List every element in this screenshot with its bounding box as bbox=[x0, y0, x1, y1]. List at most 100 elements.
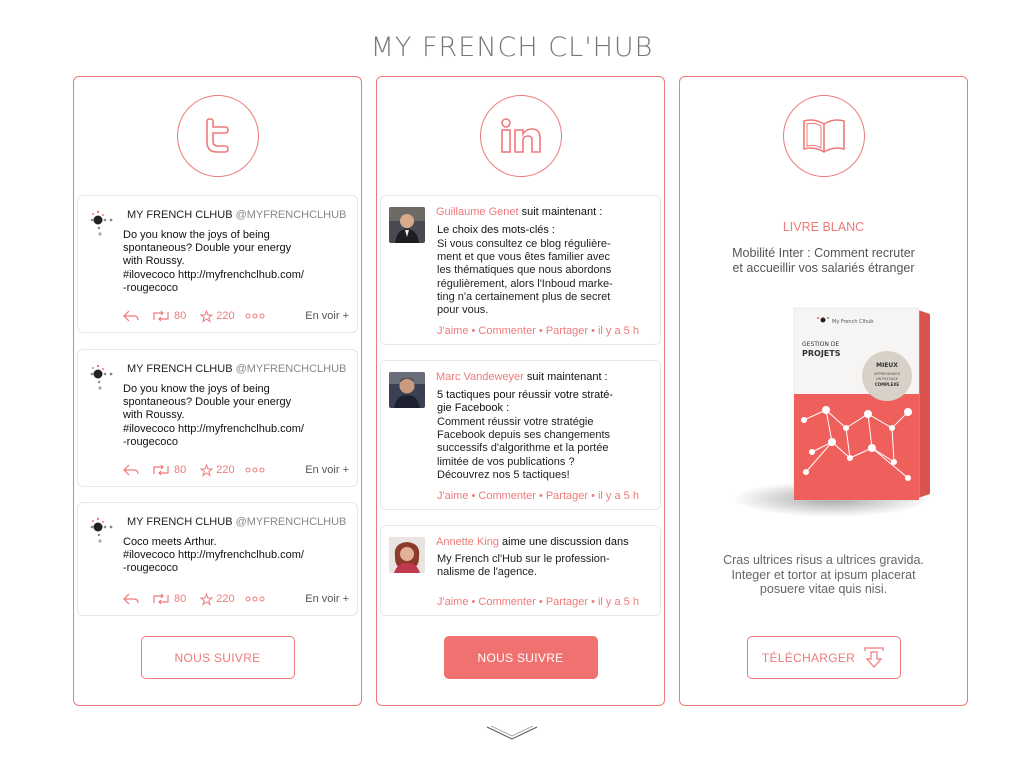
summary-line: posuere vitae quis nisi. bbox=[759, 582, 888, 596]
tweet-handle[interactable]: @MYFRENCHCLHUB bbox=[236, 516, 347, 528]
linkedin-follow-button[interactable]: NOUS SUIVRE bbox=[443, 636, 598, 679]
badge-line: UN PAYSAGE bbox=[876, 377, 898, 381]
retweet-button[interactable]: 80 bbox=[151, 310, 186, 322]
download-icon bbox=[864, 646, 884, 668]
tweet-line: #ilovecoco http://myfrenchclhub.com/ bbox=[123, 268, 304, 281]
tweet-line: #ilovecoco http://myfrenchclhub.com/ bbox=[123, 549, 304, 562]
subject-line: gie Facebook : bbox=[437, 402, 510, 415]
more-options-icon[interactable] bbox=[245, 313, 265, 319]
body-line: Comment réussir votre stratégie bbox=[437, 416, 594, 428]
download-button[interactable]: TÉLÉCHARGER bbox=[746, 636, 901, 679]
post-author-name[interactable]: Annette King bbox=[436, 536, 499, 548]
body-line: Si vous consultez ce blog régulière- bbox=[437, 238, 611, 250]
post-body: My French cl'Hub sur le profession- nali… bbox=[437, 553, 652, 579]
see-more-link[interactable]: En voir + bbox=[305, 464, 349, 476]
book-title-main: PROJETS bbox=[802, 349, 841, 358]
subject-line: Le choix des mots-clés : bbox=[437, 224, 555, 236]
open-book-icon[interactable] bbox=[782, 95, 865, 177]
tweet-line: -rougecoco bbox=[123, 435, 179, 448]
favorite-button[interactable]: 220 bbox=[200, 309, 235, 323]
twitter-follow-button[interactable]: NOUS SUIVRE bbox=[140, 636, 295, 679]
tweet-author[interactable]: MY FRENCH CLHUB bbox=[127, 209, 233, 221]
body-line: régulièrement, alors l'Inboud marke- bbox=[437, 277, 613, 290]
tweet-line: Coco meets Arthur. bbox=[123, 536, 217, 548]
tweet-actions: 80 220 En voir + bbox=[123, 309, 349, 323]
more-options-icon[interactable] bbox=[245, 467, 265, 473]
tweet-handle[interactable]: @MYFRENCHCLHUB bbox=[236, 363, 347, 375]
chevron-down-icon[interactable] bbox=[486, 725, 538, 741]
body-line: ting n'a certainement plus de secret bbox=[437, 290, 611, 303]
book-title-top: GESTION DE bbox=[802, 341, 839, 348]
retweet-button[interactable]: 80 bbox=[151, 464, 186, 476]
twitter-column: MY FRENCH CLHUB @MYFRENCHCLHUB Do you kn… bbox=[73, 76, 362, 706]
tweet-card: MY FRENCH CLHUB @MYFRENCHCLHUB Do you kn… bbox=[77, 349, 358, 487]
post-header: Marc Vandeweyer suit maintenant : bbox=[436, 371, 608, 383]
post-author-name[interactable]: Guillaume Genet bbox=[436, 206, 519, 218]
post-verb: aime une discussion dans bbox=[499, 536, 629, 548]
see-more-link[interactable]: En voir + bbox=[305, 593, 349, 605]
more-options-icon[interactable] bbox=[245, 596, 265, 602]
tweet-text: Coco meets Arthur. #ilovecoco http://myf… bbox=[123, 536, 348, 576]
post-actions[interactable]: J'aime • Commenter • Partager • il y a 5… bbox=[437, 325, 639, 337]
linkedin-post: Guillaume Genet suit maintenant : Le cho… bbox=[380, 195, 661, 345]
star-icon bbox=[200, 463, 214, 477]
whitepaper-kicker: LIVRE BLANC bbox=[782, 220, 865, 234]
post-subject[interactable]: Le choix des mots-clés : bbox=[437, 224, 652, 237]
book-cover-image[interactable]: My French Clhub GESTION DE PROJETS MIEUX… bbox=[722, 302, 937, 527]
tweet-line: -rougecoco bbox=[123, 281, 179, 294]
whitepaper-description: Mobilité Inter : Comment recruter et acc… bbox=[700, 246, 947, 276]
body-line: pour vous. bbox=[437, 304, 489, 317]
favorite-button[interactable]: 220 bbox=[200, 463, 235, 477]
desc-line: et accueillir vos salariés étranger bbox=[732, 261, 915, 275]
badge-line: COMPLEXE bbox=[875, 382, 900, 387]
favorite-button[interactable]: 220 bbox=[200, 592, 235, 606]
post-header: Annette King aime une discussion dans bbox=[436, 536, 629, 548]
avatar[interactable] bbox=[389, 372, 425, 408]
tweet-line: with Roussy. bbox=[123, 409, 185, 422]
tweet-actions: 80 220 En voir + bbox=[123, 463, 349, 477]
body-line: Découvrez nos 5 tactiques! bbox=[437, 468, 570, 481]
tweet-author[interactable]: MY FRENCH CLHUB bbox=[127, 363, 233, 375]
star-icon bbox=[200, 592, 214, 606]
book-brand: My French Clhub bbox=[832, 319, 873, 325]
body-line: My French cl'Hub sur le profession- bbox=[437, 553, 610, 565]
download-label: TÉLÉCHARGER bbox=[761, 650, 856, 665]
body-line: nalisme de l'agence. bbox=[437, 566, 537, 579]
badge-line: APPREHENDER bbox=[874, 372, 901, 376]
reply-icon[interactable] bbox=[123, 464, 139, 476]
retweet-button[interactable]: 80 bbox=[151, 593, 186, 605]
post-author-name[interactable]: Marc Vandeweyer bbox=[436, 371, 524, 383]
twitter-icon[interactable] bbox=[176, 95, 259, 177]
retweet-icon bbox=[153, 593, 169, 605]
summary-line: Cras ultrices risus a ultrices gravida. bbox=[723, 553, 924, 567]
post-actions[interactable]: J'aime • Commenter • Partager • il y a 5… bbox=[437, 490, 639, 502]
tweet-author[interactable]: MY FRENCH CLHUB bbox=[127, 516, 233, 528]
reply-icon[interactable] bbox=[123, 310, 139, 322]
linkedin-icon[interactable] bbox=[479, 95, 562, 177]
see-more-link[interactable]: En voir + bbox=[305, 310, 349, 322]
avatar[interactable] bbox=[389, 537, 425, 573]
summary-line: Integer et tortor at ipsum placerat bbox=[731, 567, 916, 582]
linkedin-post: Annette King aime une discussion dans My… bbox=[380, 525, 661, 616]
tweet-handle[interactable]: @MYFRENCHCLHUB bbox=[236, 209, 347, 221]
body-line: Facebook depuis ses changements bbox=[437, 429, 611, 442]
post-subject[interactable]: 5 tactiques pour réussir votre straté- g… bbox=[437, 389, 652, 415]
brand-logo-icon bbox=[90, 517, 113, 543]
body-line: les thématiques que nous abordons bbox=[437, 264, 612, 277]
tweet-line: -rougecoco bbox=[123, 562, 179, 575]
tweet-line: #ilovecoco http://myfrenchclhub.com/ bbox=[123, 422, 304, 435]
reply-icon[interactable] bbox=[123, 593, 139, 605]
tweet-card: MY FRENCH CLHUB @MYFRENCHCLHUB Do you kn… bbox=[77, 195, 358, 333]
subject-line: 5 tactiques pour réussir votre straté- bbox=[437, 389, 614, 401]
favorite-count: 220 bbox=[216, 310, 235, 322]
avatar[interactable] bbox=[389, 207, 425, 243]
body-line: successifs d'algorithme et la portée bbox=[437, 442, 609, 455]
post-verb: suit maintenant : bbox=[518, 206, 603, 218]
post-body: Comment réussir votre stratégie Facebook… bbox=[437, 416, 652, 482]
post-header: Guillaume Genet suit maintenant : bbox=[436, 206, 602, 218]
post-actions[interactable]: J'aime • Commenter • Partager • il y a 5… bbox=[437, 596, 639, 608]
post-verb: suit maintenant : bbox=[523, 371, 608, 383]
retweet-icon bbox=[153, 310, 169, 322]
brand-logo-icon bbox=[90, 210, 113, 236]
tweet-line: Do you know the joys of being bbox=[123, 229, 270, 241]
